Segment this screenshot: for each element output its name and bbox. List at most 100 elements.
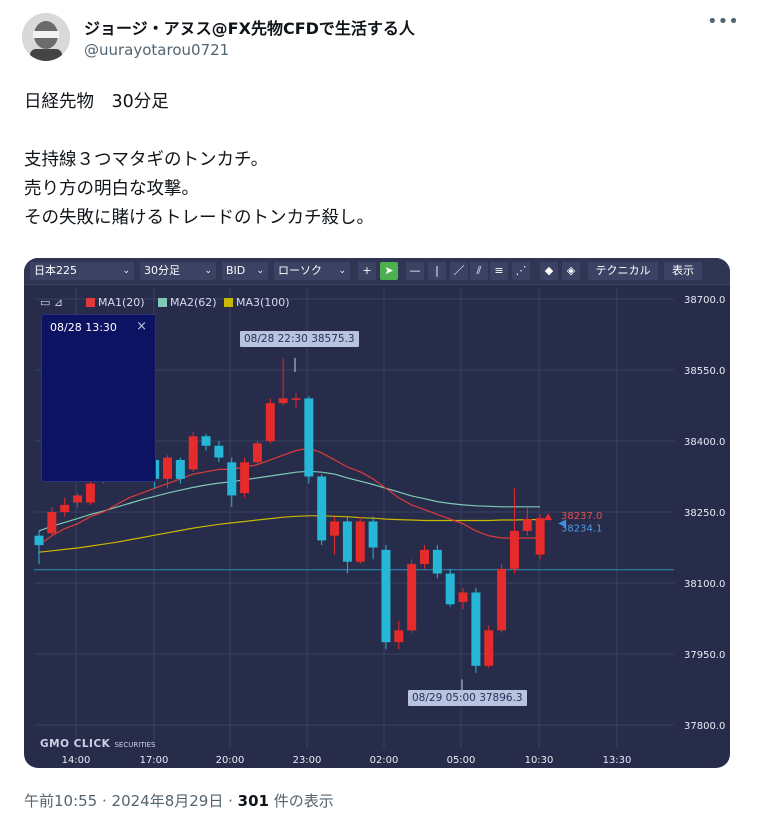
candle-body [484, 630, 494, 666]
x-tick-label: 10:30 [525, 755, 554, 766]
legend-ma1: MA1(20) [86, 296, 145, 309]
timeframe-label: 30分足 [144, 264, 180, 277]
avatar-image [22, 13, 70, 61]
y-tick-label: 38100.0 [684, 579, 725, 590]
legend-ma3-label: MA3(100) [236, 296, 290, 309]
candle-body [252, 443, 262, 463]
legend-swatch [86, 298, 95, 307]
fibonacci-retracement-icon[interactable]: ≡ [490, 262, 508, 280]
x-tick-label: 23:00 [293, 755, 322, 766]
technical-button[interactable]: テクニカル [588, 262, 658, 280]
candle-body [407, 564, 417, 631]
candle-body [278, 398, 288, 404]
more-horizontal-icon[interactable]: ••• [707, 12, 739, 36]
chart-image[interactable]: 日本225 ⌄ 30分足 ⌄ BID ⌄ ローソク ⌄ + ➤ — | ／ ⫽ ≡ ⋰ … [24, 258, 730, 768]
candle-body [381, 549, 391, 643]
y-tick-label: 38400.0 [684, 437, 725, 448]
candle-body [497, 568, 507, 631]
x-tick-label: 13:30 [603, 755, 632, 766]
candle-body [175, 459, 185, 479]
price-label-blue: 38234.1 [561, 524, 602, 535]
post-meta: 午前10:55 · 2024年8月29日 · 301 件の表示 [24, 790, 334, 811]
chart-toolbar: 日本225 ⌄ 30分足 ⌄ BID ⌄ ローソク ⌄ + ➤ — | ／ ⫽ ≡ ⋰ … [24, 258, 730, 285]
y-tick-label: 38250.0 [684, 508, 725, 519]
symbol-label: 日本225 [34, 264, 77, 277]
post-text: 日経先物 30分足 支持線３つマタギのトンカチ。 売り方の明白な攻撃。 その失敗… [24, 92, 374, 228]
candle-body [432, 549, 442, 574]
y-tick-label: 37950.0 [684, 650, 725, 661]
cursor-arrow-icon[interactable]: ➤ [380, 262, 398, 280]
erase-all-icon[interactable]: ◈ [562, 262, 580, 280]
candle-body [291, 398, 301, 400]
candle-body [304, 398, 314, 477]
candle-body [163, 457, 172, 479]
candle-body [458, 592, 468, 602]
chevron-down-icon: ⌄ [256, 266, 264, 276]
candle-body [201, 436, 211, 446]
candle-body [188, 436, 198, 470]
fibonacci-fan-icon[interactable]: ⋰ [512, 262, 530, 280]
post-date[interactable]: 2024年8月29日 [112, 792, 224, 810]
legend-ma2-label: MA2(62) [170, 296, 217, 309]
candle-body [509, 530, 519, 569]
x-tick-label: 17:00 [140, 755, 169, 766]
price-marker-up [544, 513, 553, 521]
trend-line-icon[interactable]: ／ [450, 262, 468, 280]
y-tick-label: 37800.0 [684, 721, 725, 732]
candle-body [85, 483, 95, 503]
x-tick-label: 05:00 [447, 755, 476, 766]
author-name[interactable]: ジョージ・アヌス@FX先物CFDで生活する人 [84, 15, 415, 39]
chevron-down-icon: ⌄ [122, 266, 130, 276]
candle-body [342, 521, 352, 562]
candle-body [317, 476, 327, 541]
y-tick-label: 38700.0 [684, 295, 725, 306]
candle-body [214, 445, 224, 458]
candle-body [34, 535, 44, 546]
low-tooltip: 08/29 05:00 37896.3 [408, 690, 527, 706]
legend-ma2: MA2(62) [158, 296, 217, 309]
author-handle[interactable]: @uurayotarou0721 [84, 41, 229, 59]
legend-swatch [224, 298, 233, 307]
broker-logo: GMO CLICK SECURITIES [40, 738, 155, 750]
popup-title: 08/28 13:30 [50, 321, 117, 334]
chart-type-select[interactable]: ローソク ⌄ [274, 262, 350, 280]
candle-info-popup: 08/28 13:30 × [41, 314, 156, 482]
crosshair-icon[interactable]: + [358, 262, 376, 280]
candle-body [471, 592, 481, 666]
post-time[interactable]: 午前10:55 [24, 792, 97, 810]
chart-type-label: ローソク [278, 264, 322, 277]
price-label-red: 38237.0 [561, 511, 602, 522]
logo-main: GMO CLICK [40, 738, 111, 750]
legend-swatch [158, 298, 167, 307]
horizontal-line-icon[interactable]: — [406, 262, 424, 280]
candle-body [73, 495, 83, 503]
avatar[interactable] [22, 13, 70, 61]
views-label: 件の表示 [273, 792, 334, 810]
candle-body [394, 630, 404, 643]
symbol-select[interactable]: 日本225 ⌄ [30, 262, 134, 280]
logo-sub: SECURITIES [114, 741, 156, 749]
ma3-line [38, 515, 541, 553]
y-tick-label: 38550.0 [684, 366, 725, 377]
candle-body [330, 521, 340, 536]
display-button[interactable]: 表示 [664, 262, 702, 280]
legend-ma1-label: MA1(20) [98, 296, 145, 309]
candle-body [522, 519, 532, 531]
eraser-icon[interactable]: ◆ [540, 262, 558, 280]
legend-settings-icon[interactable]: ▭ ⊿ [40, 296, 63, 309]
close-icon[interactable]: × [136, 319, 147, 334]
candle-body [445, 573, 455, 605]
x-tick-label: 02:00 [370, 755, 399, 766]
chevron-down-icon: ⌄ [338, 266, 346, 276]
candle-body [227, 462, 237, 496]
candle-body [535, 518, 545, 555]
chevron-down-icon: ⌄ [204, 266, 212, 276]
price-type-select[interactable]: BID ⌄ [222, 262, 268, 280]
timeframe-select[interactable]: 30分足 ⌄ [140, 262, 216, 280]
candle-body [368, 521, 378, 548]
meta-separator: · [223, 792, 238, 810]
channel-line-icon[interactable]: ⫽ [470, 262, 488, 280]
vertical-line-icon[interactable]: | [428, 262, 446, 280]
x-tick-label: 14:00 [62, 755, 91, 766]
views-count: 301 [237, 792, 269, 810]
